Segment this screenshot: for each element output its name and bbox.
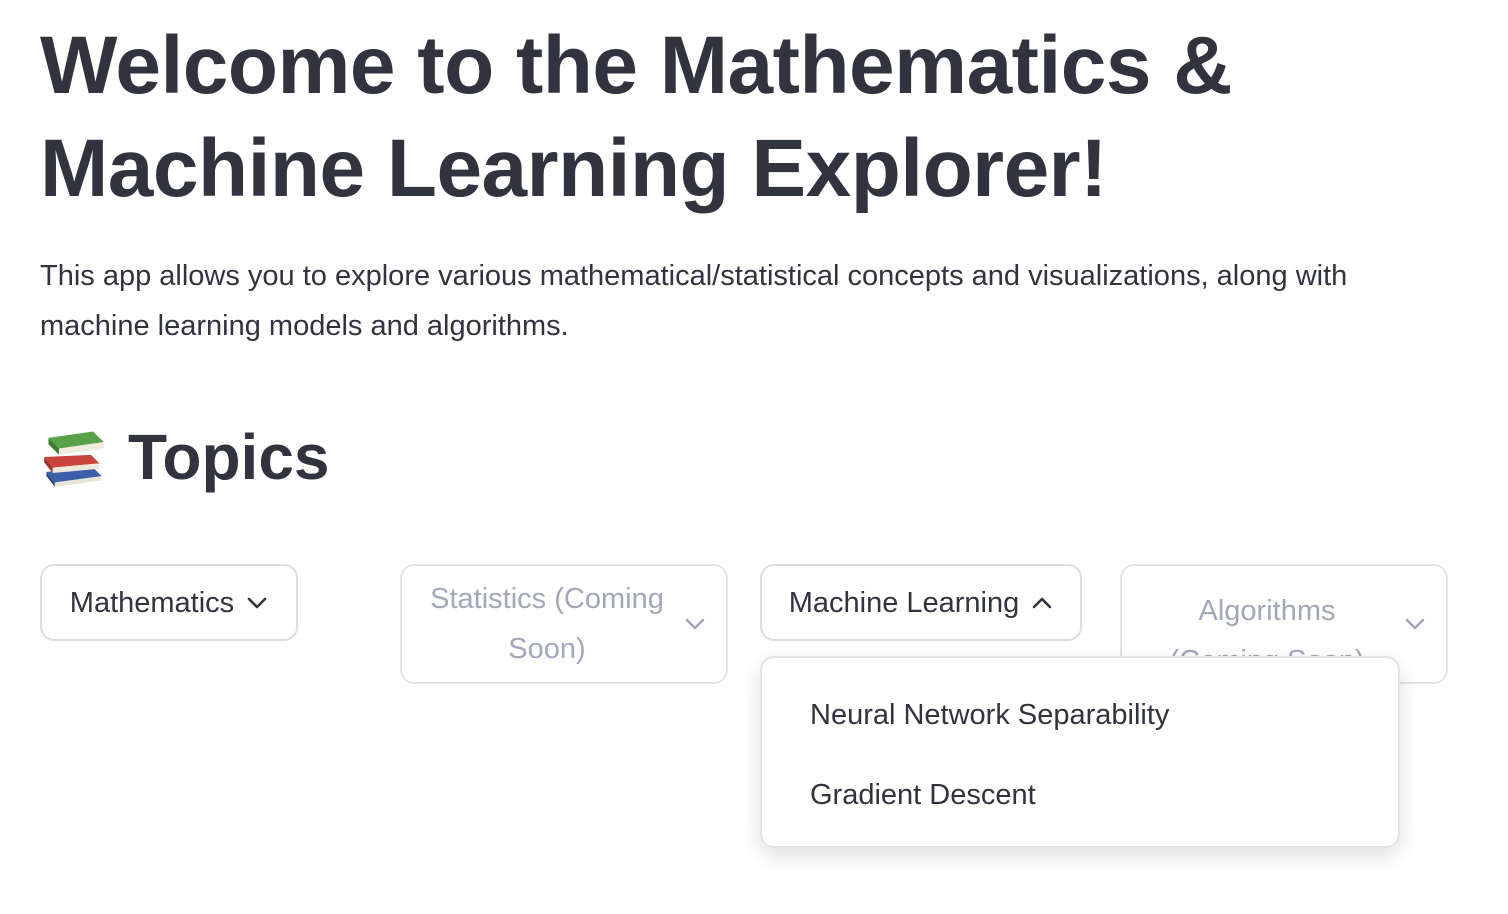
chevron-down-icon [246,596,268,610]
menu-item-gradient-descent[interactable]: Gradient Descent [762,770,1398,850]
chevron-down-icon [1404,617,1426,631]
menu-item-neural-network-separability[interactable]: Neural Network Separability [762,690,1398,770]
topics-heading: Topics [40,412,330,502]
mathematics-button-label: Mathematics [69,586,235,619]
machine-learning-button-label: Machine Learning [788,586,1020,619]
statistics-button: Statistics (Coming Soon) [400,564,728,684]
page-title: Welcome to the Mathematics & Machine Lea… [40,20,1232,214]
statistics-button-label: Statistics (Coming Soon) [430,583,664,665]
chevron-up-icon [1031,596,1053,610]
mathematics-button[interactable]: Mathematics [40,564,298,641]
machine-learning-menu: Neural Network Separability Gradient Des… [760,656,1400,848]
chevron-down-icon [684,617,706,631]
app-page: Welcome to the Mathematics & Machine Lea… [0,0,1508,914]
intro-text: This app allows you to explore various m… [40,260,1348,342]
machine-learning-button[interactable]: Machine Learning [760,564,1082,641]
topics-heading-text: Topics [128,421,330,493]
books-icon [44,431,104,487]
